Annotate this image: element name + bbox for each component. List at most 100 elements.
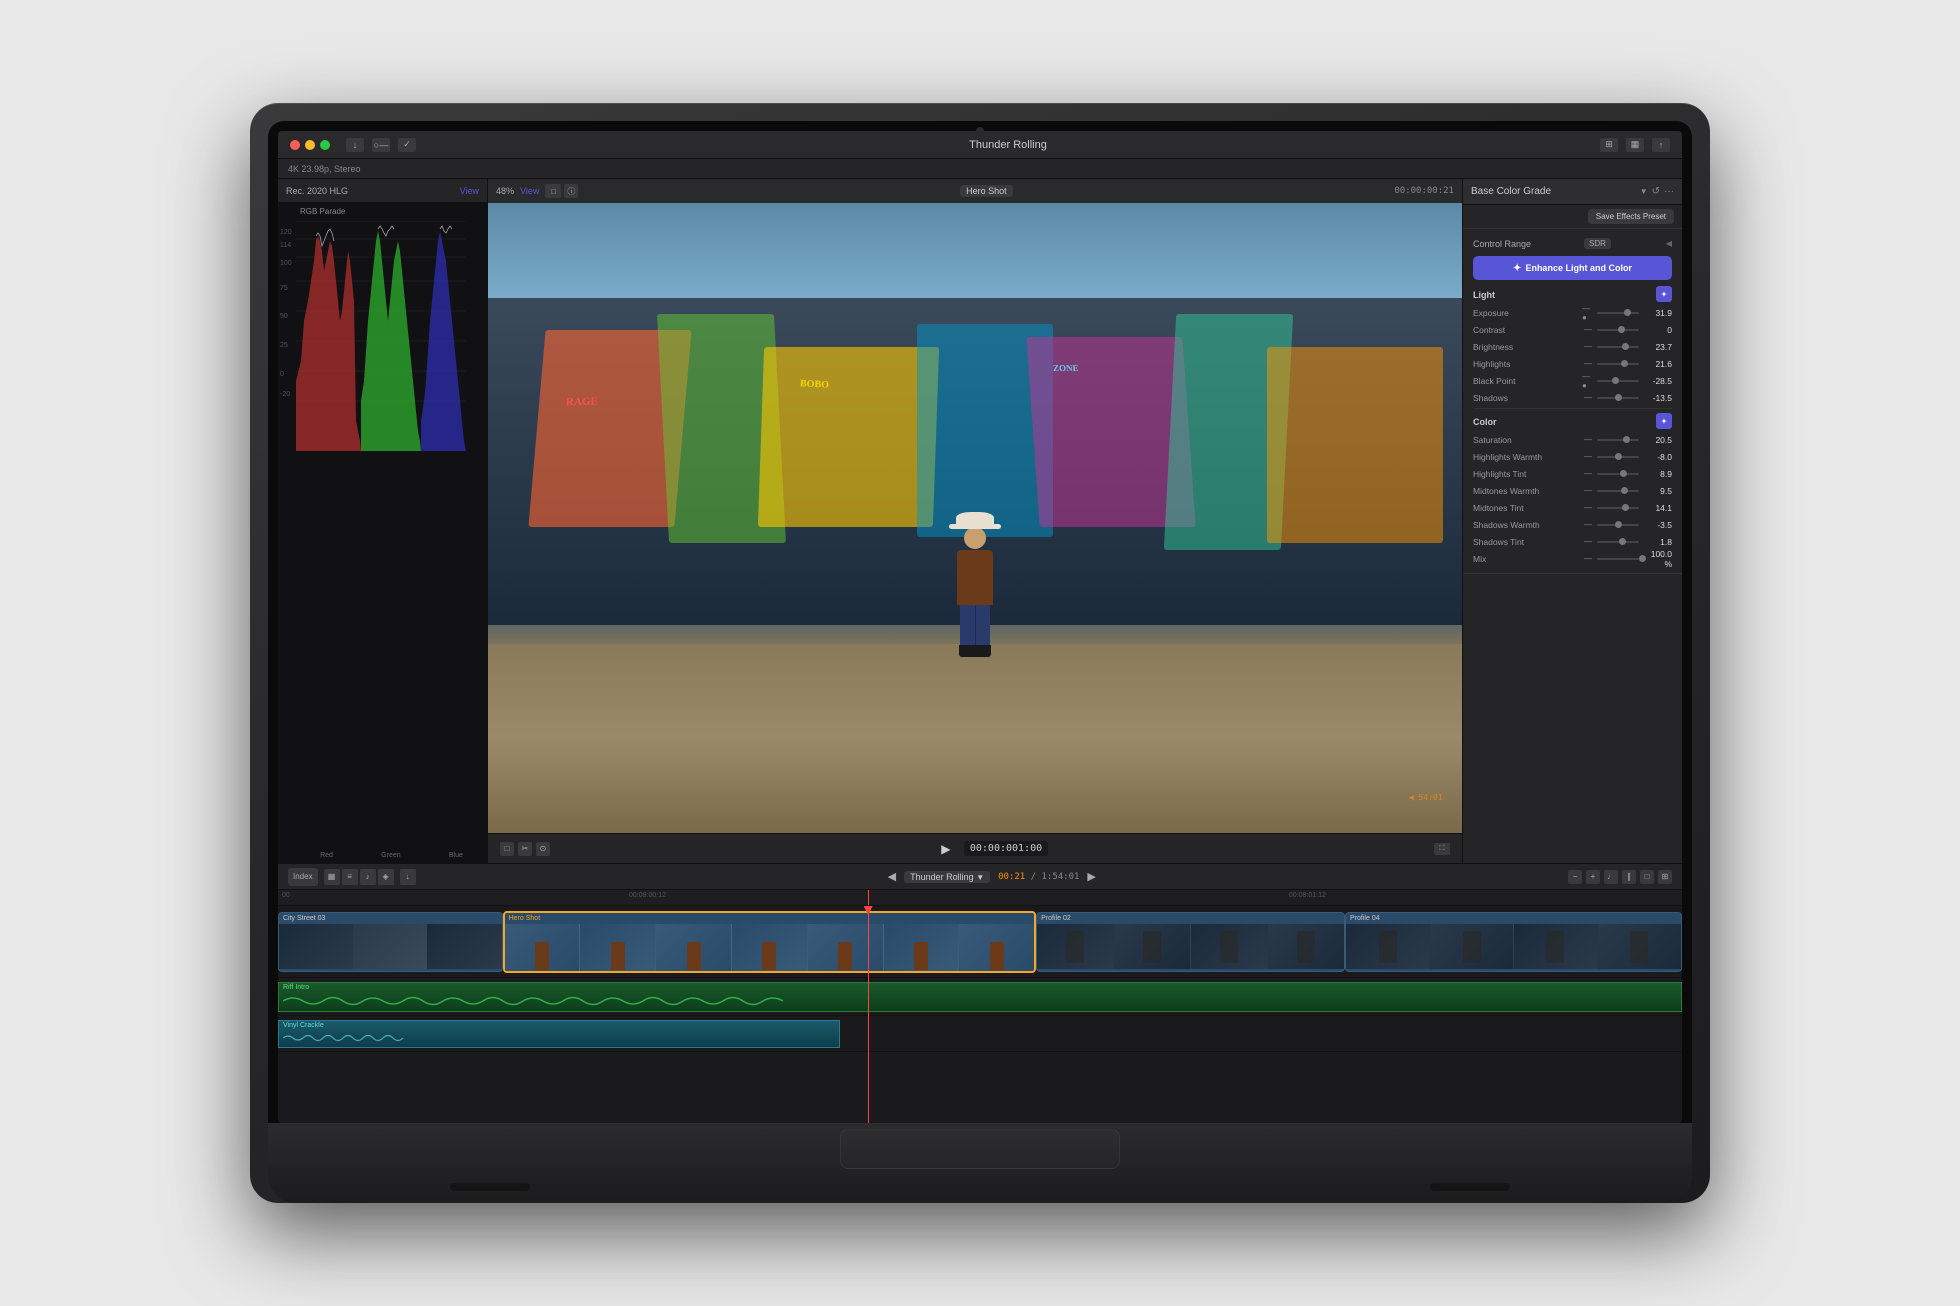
scope-toggle[interactable]: □	[545, 184, 561, 198]
index-btn[interactable]: Index	[288, 868, 318, 886]
left-panel: Rec. 2020 HLG View RGB Parade 120 114 10…	[278, 179, 488, 863]
saturation-control[interactable]: — 20.5	[1582, 434, 1672, 446]
check-icon[interactable]: ✓	[398, 138, 416, 152]
full-screen-btn[interactable]: ⛶	[1434, 843, 1450, 855]
snap-btn[interactable]: □	[1640, 870, 1654, 884]
shad-warmth-control[interactable]: — -3.5	[1582, 519, 1672, 531]
profile02-clip[interactable]: Profile 02	[1036, 912, 1345, 972]
city-street-clip[interactable]: City Street 03	[278, 912, 503, 972]
contrast-control[interactable]: — 0	[1582, 324, 1672, 336]
contrast-slider[interactable]	[1597, 329, 1639, 331]
save-effects-preset-btn[interactable]: Save Effects Preset	[1588, 209, 1674, 224]
shad-tint-control[interactable]: — 1.8	[1582, 536, 1672, 548]
sdr-arrow[interactable]: ◀	[1666, 239, 1672, 248]
mid-tint-control[interactable]: — 14.1	[1582, 502, 1672, 514]
info-bar: 4K 23.98p, Stereo	[278, 159, 1682, 179]
title-bar-right: ⊞ ▦ ↑	[1600, 138, 1670, 152]
shadows-value: -13.5	[1642, 393, 1672, 403]
mid-warmth-slider[interactable]	[1597, 490, 1639, 492]
prev-clip-btn[interactable]: ◀	[888, 870, 896, 883]
timeline-right-tools: − + ♩ ∥ □ ⊞	[1568, 870, 1672, 884]
riff-intro-clip[interactable]: Riff Intro	[278, 982, 1682, 1012]
color-params: Saturation — 20.5	[1473, 431, 1672, 567]
audio-track-2: Vinyl Crackle	[278, 1016, 1682, 1052]
marker-btn[interactable]: ↓	[400, 869, 416, 885]
brightness-control[interactable]: — 23.7	[1582, 341, 1672, 353]
layout-icon[interactable]: ▦	[1626, 138, 1644, 152]
light-color-icon[interactable]: ✦	[1656, 286, 1672, 302]
save-effects-row: Save Effects Preset	[1463, 205, 1682, 229]
trackpad[interactable]	[840, 1129, 1120, 1169]
hero-shot-clip[interactable]: Hero Shot	[503, 911, 1037, 973]
blackpoint-control[interactable]: —● -28.5	[1582, 375, 1672, 387]
zoom-tool[interactable]: ⊙	[536, 842, 550, 856]
mix-slider[interactable]	[1597, 558, 1639, 560]
highlights-slider[interactable]	[1597, 363, 1639, 365]
timeline-ruler: 00 00:08:00:12 00:08:01:12	[278, 890, 1682, 906]
angle-view-btn[interactable]: ◈	[378, 869, 394, 885]
profile04-clip[interactable]: Profile 04	[1345, 912, 1682, 972]
position-sep: /	[1031, 872, 1036, 882]
sat-icon: —	[1582, 434, 1594, 446]
minimize-button[interactable]	[305, 140, 315, 150]
maximize-button[interactable]	[320, 140, 330, 150]
list-view-btn[interactable]: ≡	[342, 869, 358, 885]
hl-warmth-slider[interactable]	[1597, 456, 1639, 458]
reset-icon[interactable]: ↺	[1652, 186, 1660, 197]
view-btn[interactable]: View	[520, 186, 539, 196]
viewer-mode-btn[interactable]: □	[500, 842, 514, 856]
shad-tint-slider[interactable]	[1597, 541, 1639, 543]
saturation-slider[interactable]	[1597, 439, 1639, 441]
shad-warmth-value: -3.5	[1642, 520, 1672, 530]
enhance-btn[interactable]: ✦ Enhance Light and Color	[1473, 256, 1672, 280]
mix-value: 100.0 %	[1642, 549, 1672, 569]
trim-tool[interactable]: ✂	[518, 842, 532, 856]
city-street-label: City Street 03	[279, 913, 502, 924]
headphones-btn[interactable]: ♩	[1604, 870, 1618, 884]
collapse-icon[interactable]: ▼	[1640, 187, 1648, 196]
exposure-label: Exposure	[1473, 308, 1582, 318]
next-clip-btn[interactable]: ▶	[1087, 870, 1095, 883]
clip-icon[interactable]: ○—	[372, 138, 390, 152]
brightness-slider[interactable]	[1597, 346, 1639, 348]
scope-view-btn[interactable]: View	[460, 186, 479, 196]
shadows-slider[interactable]	[1597, 397, 1639, 399]
play-button[interactable]: ▶	[936, 839, 956, 859]
hl-warmth-value: -8.0	[1642, 452, 1672, 462]
zoom-out-btn[interactable]: −	[1568, 870, 1582, 884]
lock-btn[interactable]: ∥	[1622, 870, 1636, 884]
vinyl-crackle-clip[interactable]: Vinyl Crackle	[278, 1020, 840, 1048]
clip-dropdown-icon[interactable]: ▼	[976, 873, 984, 882]
hl-tint-label: Highlights Tint	[1473, 469, 1582, 479]
clip-view-btn[interactable]: ▦	[324, 869, 340, 885]
audio-view-btn[interactable]: ♪	[360, 869, 376, 885]
brightness-row: Brightness — 23.7	[1473, 338, 1672, 355]
exposure-slider[interactable]	[1597, 312, 1639, 314]
rgb-scope-svg	[296, 221, 466, 451]
color-section-icon[interactable]: ✦	[1656, 413, 1672, 429]
shadows-control[interactable]: — -13.5	[1582, 392, 1672, 404]
traffic-lights	[290, 140, 330, 150]
exposure-control[interactable]: —● 31.9	[1582, 307, 1672, 319]
mid-tint-slider[interactable]	[1597, 507, 1639, 509]
info-icon[interactable]: ⓘ	[564, 184, 578, 198]
close-button[interactable]	[290, 140, 300, 150]
share-icon[interactable]: ↑	[1652, 138, 1670, 152]
import-icon[interactable]: ↓	[346, 138, 364, 152]
grid-icon[interactable]: ⊞	[1600, 138, 1618, 152]
more-icon[interactable]: ···	[1664, 186, 1674, 197]
profile02-label: Profile 02	[1037, 913, 1344, 924]
hl-tint-control[interactable]: — 8.9	[1582, 468, 1672, 480]
mix-control[interactable]: — 100.0 %	[1582, 549, 1672, 569]
mid-tint-row: Midtones Tint — 14.1	[1473, 499, 1672, 516]
highlights-control[interactable]: — 21.6	[1582, 358, 1672, 370]
zoom-in-btn[interactable]: +	[1586, 870, 1600, 884]
duration-tc: 1:54:01	[1041, 872, 1079, 882]
shad-warmth-slider[interactable]	[1597, 524, 1639, 526]
hl-warmth-control[interactable]: — -8.0	[1582, 451, 1672, 463]
camera-dot	[976, 127, 984, 135]
blackpoint-slider[interactable]	[1597, 380, 1639, 382]
more-tl-btn[interactable]: ⊞	[1658, 870, 1672, 884]
hl-tint-slider[interactable]	[1597, 473, 1639, 475]
mid-warmth-control[interactable]: — 9.5	[1582, 485, 1672, 497]
